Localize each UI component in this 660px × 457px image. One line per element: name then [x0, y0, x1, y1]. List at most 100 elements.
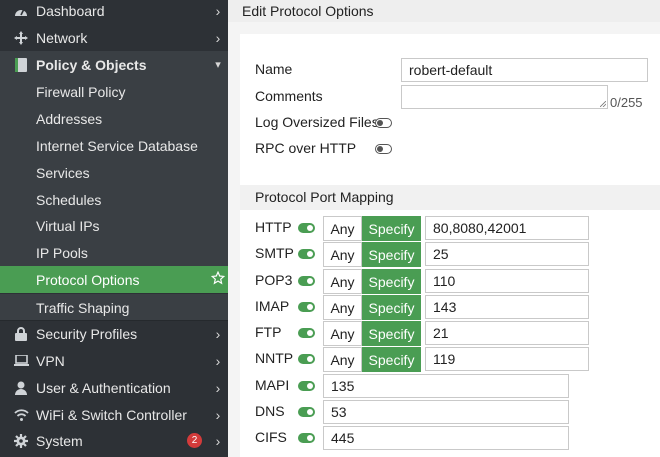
main-content: Edit Protocol Options Name robert-defaul…: [228, 0, 660, 457]
protocol-toggle-pop3[interactable]: [298, 276, 315, 286]
sidebar-item-label: Schedules: [36, 191, 102, 208]
sidebar-item-label: Services: [36, 164, 90, 181]
protocol-toggle-mapi[interactable]: [298, 381, 315, 391]
protocol-label-pop3: POP3: [255, 272, 293, 288]
protocol-mode-nntp: Any Specify: [323, 347, 421, 372]
specify-option-button[interactable]: Specify: [362, 295, 421, 320]
sidebar-item-virtual-ips[interactable]: Virtual IPs: [0, 212, 228, 239]
ports-input-http[interactable]: 80,8080,42001: [425, 216, 589, 240]
sidebar-item-internet-service-database[interactable]: Internet Service Database: [0, 132, 228, 159]
any-option-button[interactable]: Any: [323, 216, 362, 241]
protocol-label-cifs: CIFS: [255, 429, 287, 445]
lock-icon: [13, 326, 29, 341]
chevron-right-icon: ›: [215, 406, 221, 423]
ports-input-imap[interactable]: 143: [425, 295, 589, 319]
any-option-button[interactable]: Any: [323, 321, 362, 346]
specify-option-button[interactable]: Specify: [362, 347, 421, 372]
sidebar-item-traffic-shaping[interactable]: Traffic Shaping: [0, 294, 228, 321]
ports-input-nntp[interactable]: 119: [425, 347, 589, 371]
chevron-down-icon: ▾: [215, 59, 221, 71]
sidebar-item-label: Traffic Shaping: [36, 299, 130, 316]
sidebar-item-wifi-switch[interactable]: WiFi & Switch Controller ›: [0, 401, 228, 428]
page-title: Edit Protocol Options: [228, 0, 660, 22]
sidebar-item-label: Internet Service Database: [36, 137, 198, 154]
ports-input-smtp[interactable]: 25: [425, 242, 589, 266]
dashboard-icon: [13, 5, 29, 17]
protocol-mode-imap: Any Specify: [323, 295, 421, 320]
protocol-label-nntp: NNTP: [255, 350, 294, 366]
any-option-button[interactable]: Any: [323, 347, 362, 372]
sidebar-item-policy-objects[interactable]: Policy & Objects ▾: [0, 51, 228, 78]
sidebar-item-label: IP Pools: [36, 244, 88, 261]
protocol-port-mapping-header: Protocol Port Mapping: [240, 185, 660, 210]
sidebar-item-firewall-policy[interactable]: Firewall Policy: [0, 78, 228, 105]
protocol-label-ftp: FTP: [255, 324, 282, 340]
specify-option-button[interactable]: Specify: [362, 216, 421, 241]
comments-label: Comments: [255, 88, 323, 104]
chevron-right-icon: ›: [215, 352, 221, 369]
sidebar-item-security-profiles[interactable]: Security Profiles ›: [0, 320, 228, 347]
name-label: Name: [255, 61, 293, 77]
sidebar-item-dashboard[interactable]: Dashboard ›: [0, 0, 228, 24]
sidebar-item-ip-pools[interactable]: IP Pools: [0, 239, 228, 266]
policy-icon: [13, 57, 29, 72]
log-oversized-label: Log Oversized Files: [255, 114, 379, 130]
sidebar-item-protocol-options[interactable]: Protocol Options: [0, 266, 228, 293]
sidebar-item-label: Protocol Options: [36, 271, 140, 288]
ports-input-cifs[interactable]: 445: [323, 426, 569, 450]
sidebar-item-addresses[interactable]: Addresses: [0, 105, 228, 132]
protocol-toggle-smtp[interactable]: [298, 249, 315, 259]
comments-counter: 0/255: [610, 95, 643, 110]
sidebar-item-label: Virtual IPs: [36, 217, 100, 234]
ports-input-pop3[interactable]: 110: [425, 269, 589, 293]
sidebar-item-label: User & Authentication: [36, 379, 171, 396]
sidebar-item-user-authentication[interactable]: User & Authentication ›: [0, 374, 228, 401]
sidebar: Dashboard › Network › Policy & Objects ▾…: [0, 0, 228, 457]
protocol-toggle-nntp[interactable]: [298, 354, 315, 364]
chevron-right-icon: ›: [215, 29, 221, 46]
rpc-over-http-toggle[interactable]: [375, 144, 392, 154]
any-option-button[interactable]: Any: [323, 242, 362, 267]
wifi-icon: [13, 408, 29, 421]
laptop-icon: [13, 354, 29, 367]
gear-icon: [13, 433, 29, 448]
ports-input-dns[interactable]: 53: [323, 400, 569, 424]
protocol-toggle-cifs[interactable]: [298, 433, 315, 443]
protocol-toggle-imap[interactable]: [298, 302, 315, 312]
ports-input-ftp[interactable]: 21: [425, 321, 589, 345]
specify-option-button[interactable]: Specify: [362, 269, 421, 294]
sidebar-item-vpn[interactable]: VPN ›: [0, 347, 228, 374]
sidebar-item-system[interactable]: System 2 ›: [0, 427, 228, 454]
protocol-toggle-dns[interactable]: [298, 407, 315, 417]
sidebar-item-label: Security Profiles: [36, 325, 138, 342]
sidebar-item-services[interactable]: Services: [0, 159, 228, 186]
user-icon: [13, 381, 29, 395]
sidebar-item-schedules[interactable]: Schedules: [0, 186, 228, 213]
sidebar-item-label: System: [36, 432, 83, 449]
any-option-button[interactable]: Any: [323, 269, 362, 294]
resize-grip-icon[interactable]: [600, 101, 606, 107]
specify-option-button[interactable]: Specify: [362, 242, 421, 267]
sidebar-item-network[interactable]: Network ›: [0, 24, 228, 51]
protocol-label-smtp: SMTP: [255, 245, 294, 261]
name-input[interactable]: robert-default: [401, 58, 648, 82]
sidebar-item-label: WiFi & Switch Controller: [36, 406, 187, 423]
protocol-mode-smtp: Any Specify: [323, 242, 421, 267]
protocol-mode-ftp: Any Specify: [323, 321, 421, 346]
specify-option-button[interactable]: Specify: [362, 321, 421, 346]
any-option-button[interactable]: Any: [323, 295, 362, 320]
sidebar-item-label: VPN: [36, 352, 65, 369]
notification-badge: 2: [187, 433, 202, 448]
sidebar-item-label: Network: [36, 29, 88, 46]
comments-textarea[interactable]: [401, 85, 608, 109]
star-icon[interactable]: [208, 270, 228, 288]
sidebar-item-label: Policy & Objects: [36, 56, 147, 73]
protocol-toggle-ftp[interactable]: [298, 328, 315, 338]
protocol-mode-http: Any Specify: [323, 216, 421, 241]
protocol-label-dns: DNS: [255, 403, 285, 419]
protocol-toggle-http[interactable]: [298, 223, 315, 233]
rpc-over-http-label: RPC over HTTP: [255, 140, 357, 156]
log-oversized-toggle[interactable]: [375, 118, 392, 128]
protocol-label-http: HTTP: [255, 219, 292, 235]
ports-input-mapi[interactable]: 135: [323, 374, 569, 398]
